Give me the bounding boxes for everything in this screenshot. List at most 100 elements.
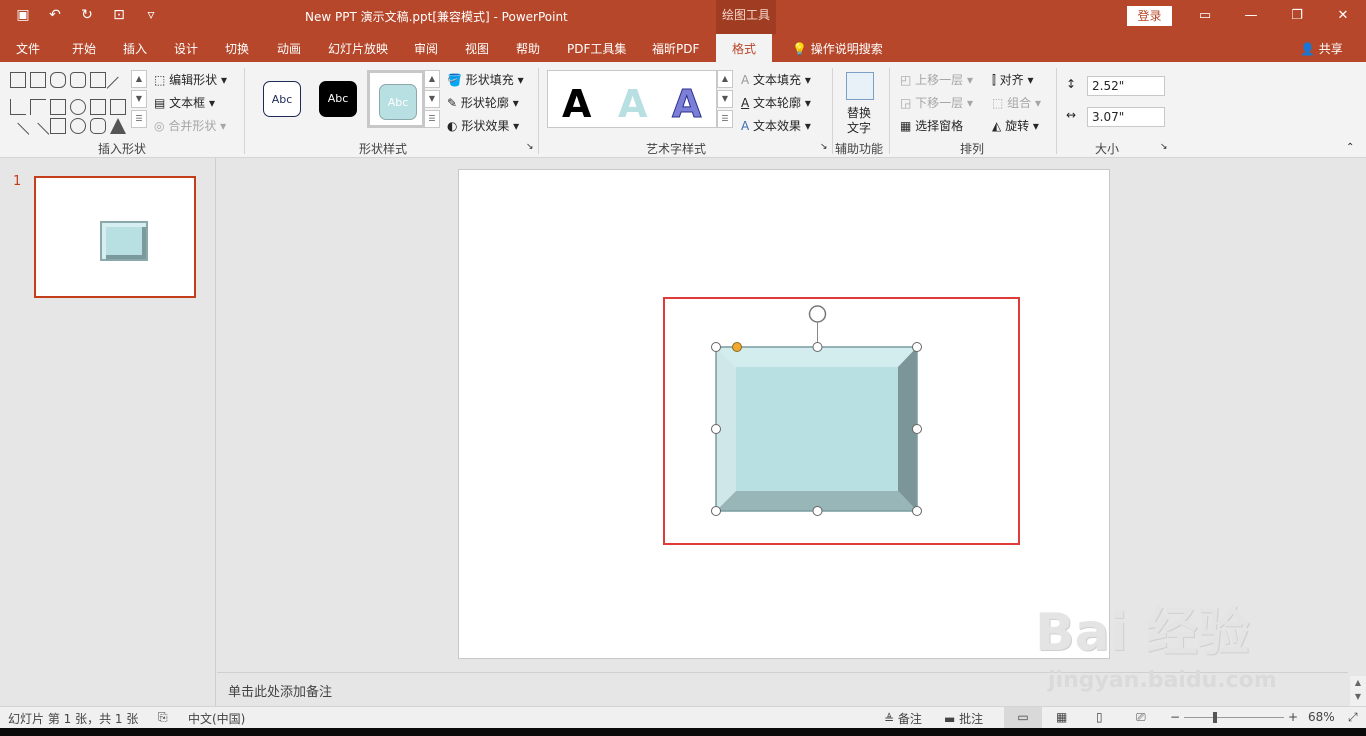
alt-text-label-2[interactable]: 文字	[847, 119, 871, 136]
shape-cross[interactable]	[90, 72, 106, 88]
tab-slideshow[interactable]: 幻灯片放映	[328, 40, 388, 57]
selection-pane-button[interactable]: ▦ 选择窗格	[900, 117, 963, 134]
group-button[interactable]: ⬚ 组合 ▾	[992, 94, 1041, 111]
shape-cube[interactable]	[30, 72, 46, 88]
shape-effects-button[interactable]: ◐ 形状效果 ▾	[447, 117, 519, 134]
shape-vtextbox[interactable]	[110, 99, 126, 115]
tab-foxit-pdf[interactable]: 福昕PDF	[652, 40, 699, 57]
shape-outline-button[interactable]: ✎ 形状轮廓 ▾	[447, 94, 519, 111]
save-icon[interactable]: ▣	[14, 6, 32, 24]
language-status[interactable]: 中文(中国)	[188, 710, 245, 727]
bevel-shape[interactable]	[700, 300, 940, 530]
style-preset-1[interactable]: Abc	[254, 70, 312, 128]
shape-rect-2[interactable]	[50, 118, 66, 134]
scroll-down-icon[interactable]: ▼	[717, 90, 733, 108]
spell-check-icon[interactable]: ⎘	[158, 710, 168, 725]
shape-can[interactable]	[50, 72, 66, 88]
gallery-more-icon[interactable]: ☰	[424, 110, 440, 128]
shapes-gallery-scroll[interactable]: ▲ ▼ ☰	[131, 70, 147, 128]
comments-toggle[interactable]: ▬ 批注	[944, 710, 983, 727]
tab-file[interactable]: 文件	[16, 40, 40, 57]
shape-frame[interactable]	[50, 99, 66, 115]
shape-corner[interactable]	[30, 99, 46, 115]
align-button[interactable]: ⫿ 对齐 ▾	[992, 71, 1034, 88]
shapes-gallery[interactable]	[6, 72, 130, 146]
shape-rect[interactable]	[10, 72, 26, 88]
shape-height-input[interactable]: 2.52"	[1087, 76, 1165, 96]
shape-oval[interactable]	[70, 99, 86, 115]
minimize-icon[interactable]: —	[1236, 6, 1266, 26]
notes-scrollbar[interactable]: ▲ ▼	[1350, 676, 1366, 706]
wordart-preset-2[interactable]: A	[618, 82, 647, 126]
zoom-slider-thumb[interactable]	[1213, 712, 1217, 723]
shape-fill-button[interactable]: 🪣 形状填充 ▾	[447, 71, 524, 88]
redo-icon[interactable]: ↻	[78, 6, 96, 24]
reading-view-icon[interactable]: ▯	[1096, 710, 1103, 724]
present-icon[interactable]: ⊡	[110, 6, 128, 24]
style-preset-3-selected[interactable]: Abc	[367, 70, 425, 128]
dialog-launcher-icon[interactable]: ↘	[526, 142, 534, 152]
alt-text-icon[interactable]	[846, 72, 874, 100]
gallery-more-icon[interactable]: ☰	[131, 110, 147, 128]
scroll-down-icon[interactable]: ▼	[1350, 690, 1366, 704]
text-outline-button[interactable]: A 文本轮廓 ▾	[741, 94, 811, 111]
send-backward-button[interactable]: ◲ 下移一层 ▾	[900, 94, 973, 111]
shape-textbox[interactable]	[90, 99, 106, 115]
slideshow-view-icon[interactable]: ⎚	[1136, 710, 1146, 725]
shape-width-input[interactable]: 3.07"	[1087, 107, 1165, 127]
wordart-preset-1[interactable]: A	[562, 82, 591, 126]
undo-icon[interactable]: ↶	[46, 6, 64, 24]
tab-design[interactable]: 设计	[174, 40, 198, 57]
shape-rounded-rect[interactable]	[90, 118, 106, 134]
customize-qat-icon[interactable]: ▿	[142, 6, 160, 24]
tab-format[interactable]: 格式	[716, 34, 773, 62]
style-preset-2[interactable]: Abc	[310, 70, 368, 128]
scroll-down-icon[interactable]: ▼	[131, 90, 147, 108]
restore-icon[interactable]: ❐	[1282, 6, 1312, 26]
dialog-launcher-icon[interactable]: ↘	[1160, 142, 1168, 152]
bring-forward-button[interactable]: ◰ 上移一层 ▾	[900, 71, 973, 88]
shape-arrow[interactable]	[26, 122, 50, 146]
zoom-out-icon[interactable]: −	[1170, 710, 1180, 724]
text-effects-button[interactable]: A 文本效果 ▾	[741, 117, 811, 134]
collapse-ribbon-icon[interactable]: ⌃	[1346, 142, 1354, 153]
zoom-level[interactable]: 68%	[1308, 710, 1335, 724]
zoom-in-icon[interactable]: +	[1288, 710, 1298, 724]
edit-shape-button[interactable]: ⬚ 编辑形状 ▾	[154, 71, 227, 88]
shape-line[interactable]	[106, 76, 130, 100]
tab-help[interactable]: 帮助	[516, 40, 540, 57]
dialog-launcher-icon[interactable]: ↘	[820, 142, 828, 152]
notes-toggle[interactable]: ≜ 备注	[884, 710, 922, 727]
tab-view[interactable]: 视图	[465, 40, 489, 57]
scroll-up-icon[interactable]: ▲	[424, 70, 440, 88]
fit-slide-icon[interactable]: ⤢	[1348, 710, 1358, 725]
scroll-up-icon[interactable]: ▲	[131, 70, 147, 88]
close-icon[interactable]: ✕	[1328, 6, 1358, 26]
tab-review[interactable]: 审阅	[414, 40, 438, 57]
tab-animations[interactable]: 动画	[277, 40, 301, 57]
scroll-up-icon[interactable]: ▲	[1350, 676, 1366, 690]
text-box-button[interactable]: ▤ 文本框 ▾	[154, 94, 215, 111]
text-fill-button[interactable]: A 文本填充 ▾	[741, 71, 811, 88]
tab-home[interactable]: 开始	[72, 40, 96, 57]
scroll-up-icon[interactable]: ▲	[717, 70, 733, 88]
tab-insert[interactable]: 插入	[123, 40, 147, 57]
normal-view-icon[interactable]: ▭	[1004, 707, 1042, 728]
share-button[interactable]: 👤 共享	[1300, 40, 1343, 57]
shape-triangle[interactable]	[110, 118, 126, 134]
tab-pdf-tools[interactable]: PDF工具集	[567, 40, 626, 57]
login-button[interactable]: 登录	[1127, 6, 1172, 26]
wordart-gallery-scroll[interactable]: ▲ ▼ ☰	[717, 70, 733, 128]
tab-transitions[interactable]: 切换	[225, 40, 249, 57]
shape-octagon[interactable]	[70, 72, 86, 88]
wordart-preset-3[interactable]: A	[671, 82, 701, 127]
gallery-more-icon[interactable]: ☰	[717, 110, 733, 128]
shape-oval-2[interactable]	[70, 118, 86, 134]
style-gallery-scroll[interactable]: ▲ ▼ ☰	[424, 70, 440, 128]
shape-l[interactable]	[10, 99, 26, 115]
notes-placeholder[interactable]: 单击此处添加备注	[228, 681, 332, 700]
zoom-slider[interactable]	[1184, 717, 1284, 718]
tell-me-search[interactable]: 💡 操作说明搜索	[792, 40, 883, 57]
slide-thumbnail[interactable]	[34, 176, 196, 298]
scroll-down-icon[interactable]: ▼	[424, 90, 440, 108]
